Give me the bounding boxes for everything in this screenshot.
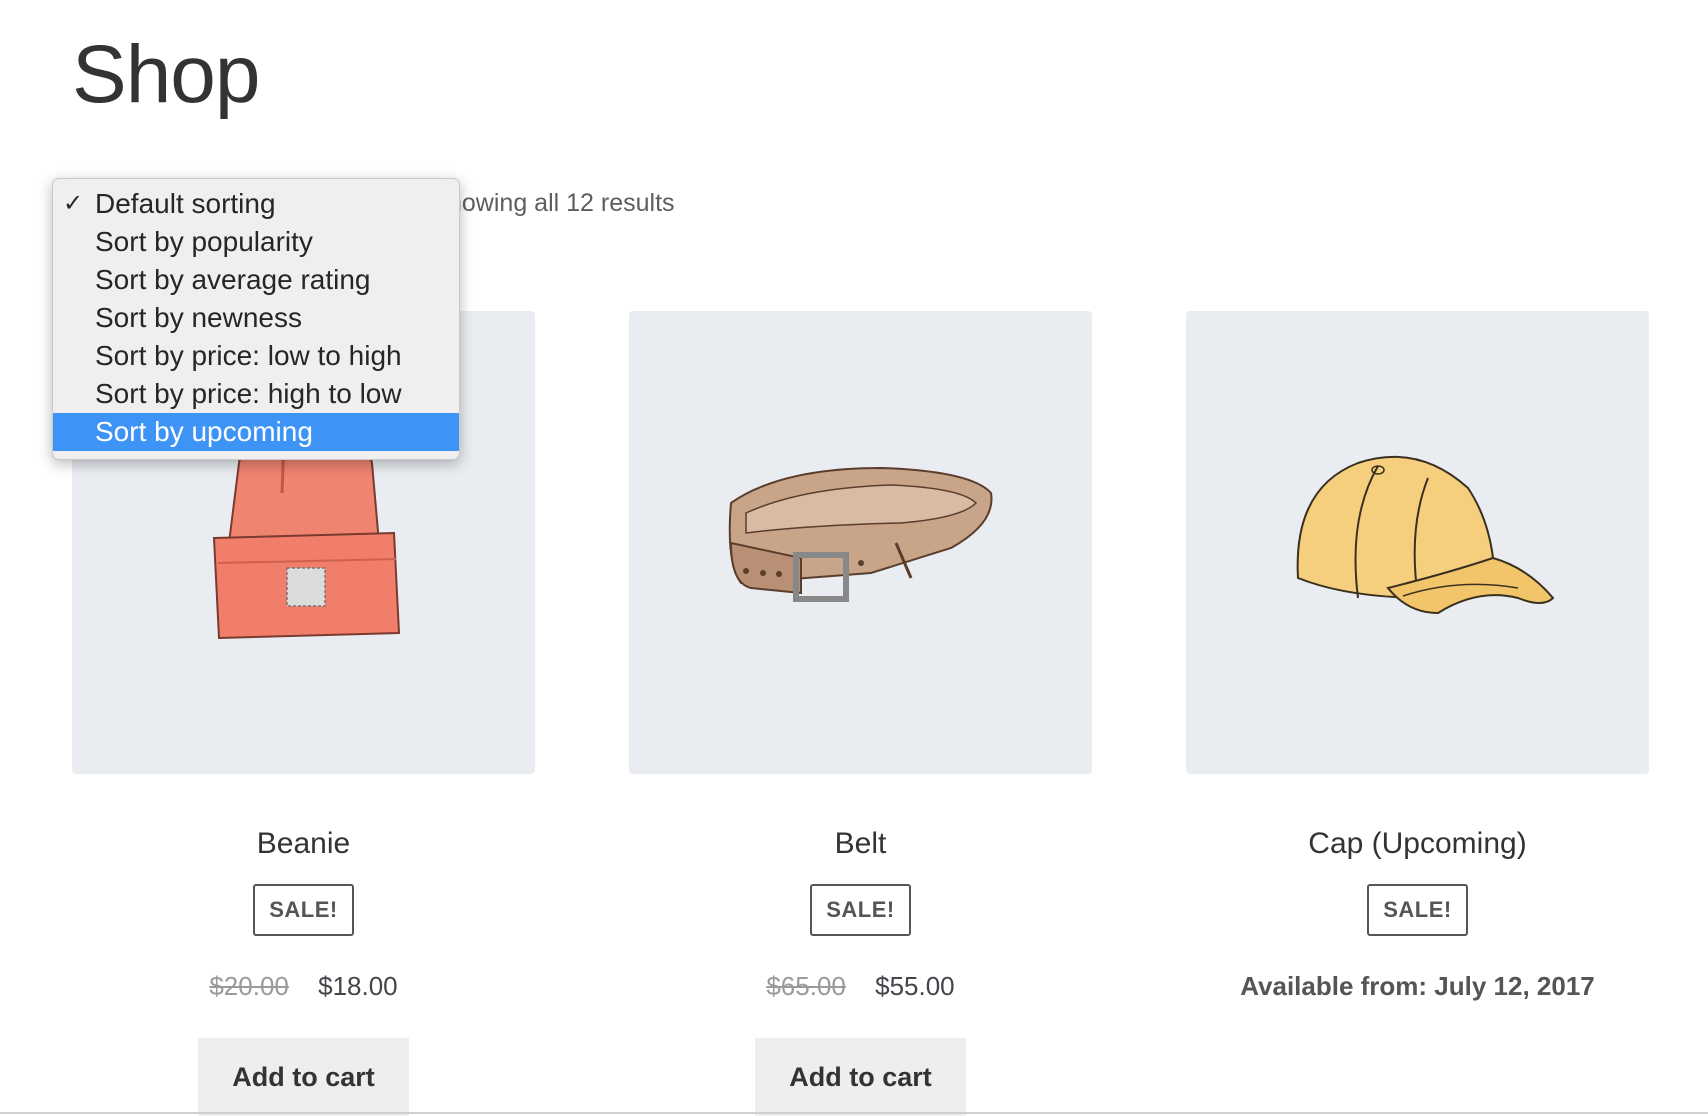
sort-option-label: Sort by popularity [95,226,313,257]
result-count: howing all 12 results [448,189,675,217]
product-title[interactable]: Beanie [72,822,535,866]
sort-option-popularity[interactable]: Sort by popularity [53,223,459,261]
product-title[interactable]: Cap (Upcoming) [1186,822,1649,866]
sort-option-upcoming[interactable]: Sort by upcoming [53,413,459,451]
sale-price: $55.00 [875,971,955,1001]
sort-dropdown-menu[interactable]: ✓ Default sorting Sort by popularity Sor… [52,178,460,460]
sort-option-label: Sort by price: low to high [95,340,402,371]
sale-badge: SALE! [1367,884,1468,936]
sort-option-default[interactable]: ✓ Default sorting [53,185,459,223]
product-image[interactable] [1186,311,1649,774]
belt-icon [728,466,992,602]
sort-option-price-desc[interactable]: Sort by price: high to low [53,375,459,413]
page-title: Shop [72,29,261,120]
product-card-cap: Cap (Upcoming) SALE! Available from: Jul… [1186,311,1649,1006]
original-price: $20.00 [209,971,289,1001]
product-card-belt: Belt SALE! $65.00 $55.00 Add to cart [629,311,1092,1116]
sort-option-newness[interactable]: Sort by newness [53,299,459,337]
sort-option-label: Default sorting [95,188,276,219]
checkmark-icon: ✓ [63,190,84,217]
product-image[interactable] [629,311,1092,774]
sale-badge: SALE! [810,884,911,936]
sort-option-label: Sort by price: high to low [95,378,402,409]
availability-date: Available from: July 12, 2017 [1240,971,1595,1001]
add-to-cart-button[interactable]: Add to cart [198,1038,409,1116]
original-price: $65.00 [766,971,846,1001]
sale-badge: SALE! [253,884,354,936]
sort-option-rating[interactable]: Sort by average rating [53,261,459,299]
sale-price: $18.00 [318,971,398,1001]
sort-option-price-asc[interactable]: Sort by price: low to high [53,337,459,375]
product-title[interactable]: Belt [629,822,1092,866]
sort-option-label: Sort by newness [95,302,302,333]
add-to-cart-button[interactable]: Add to cart [755,1038,966,1116]
cap-icon [1296,455,1554,614]
sort-option-label: Sort by upcoming [95,416,313,447]
sort-option-label: Sort by average rating [95,264,371,295]
